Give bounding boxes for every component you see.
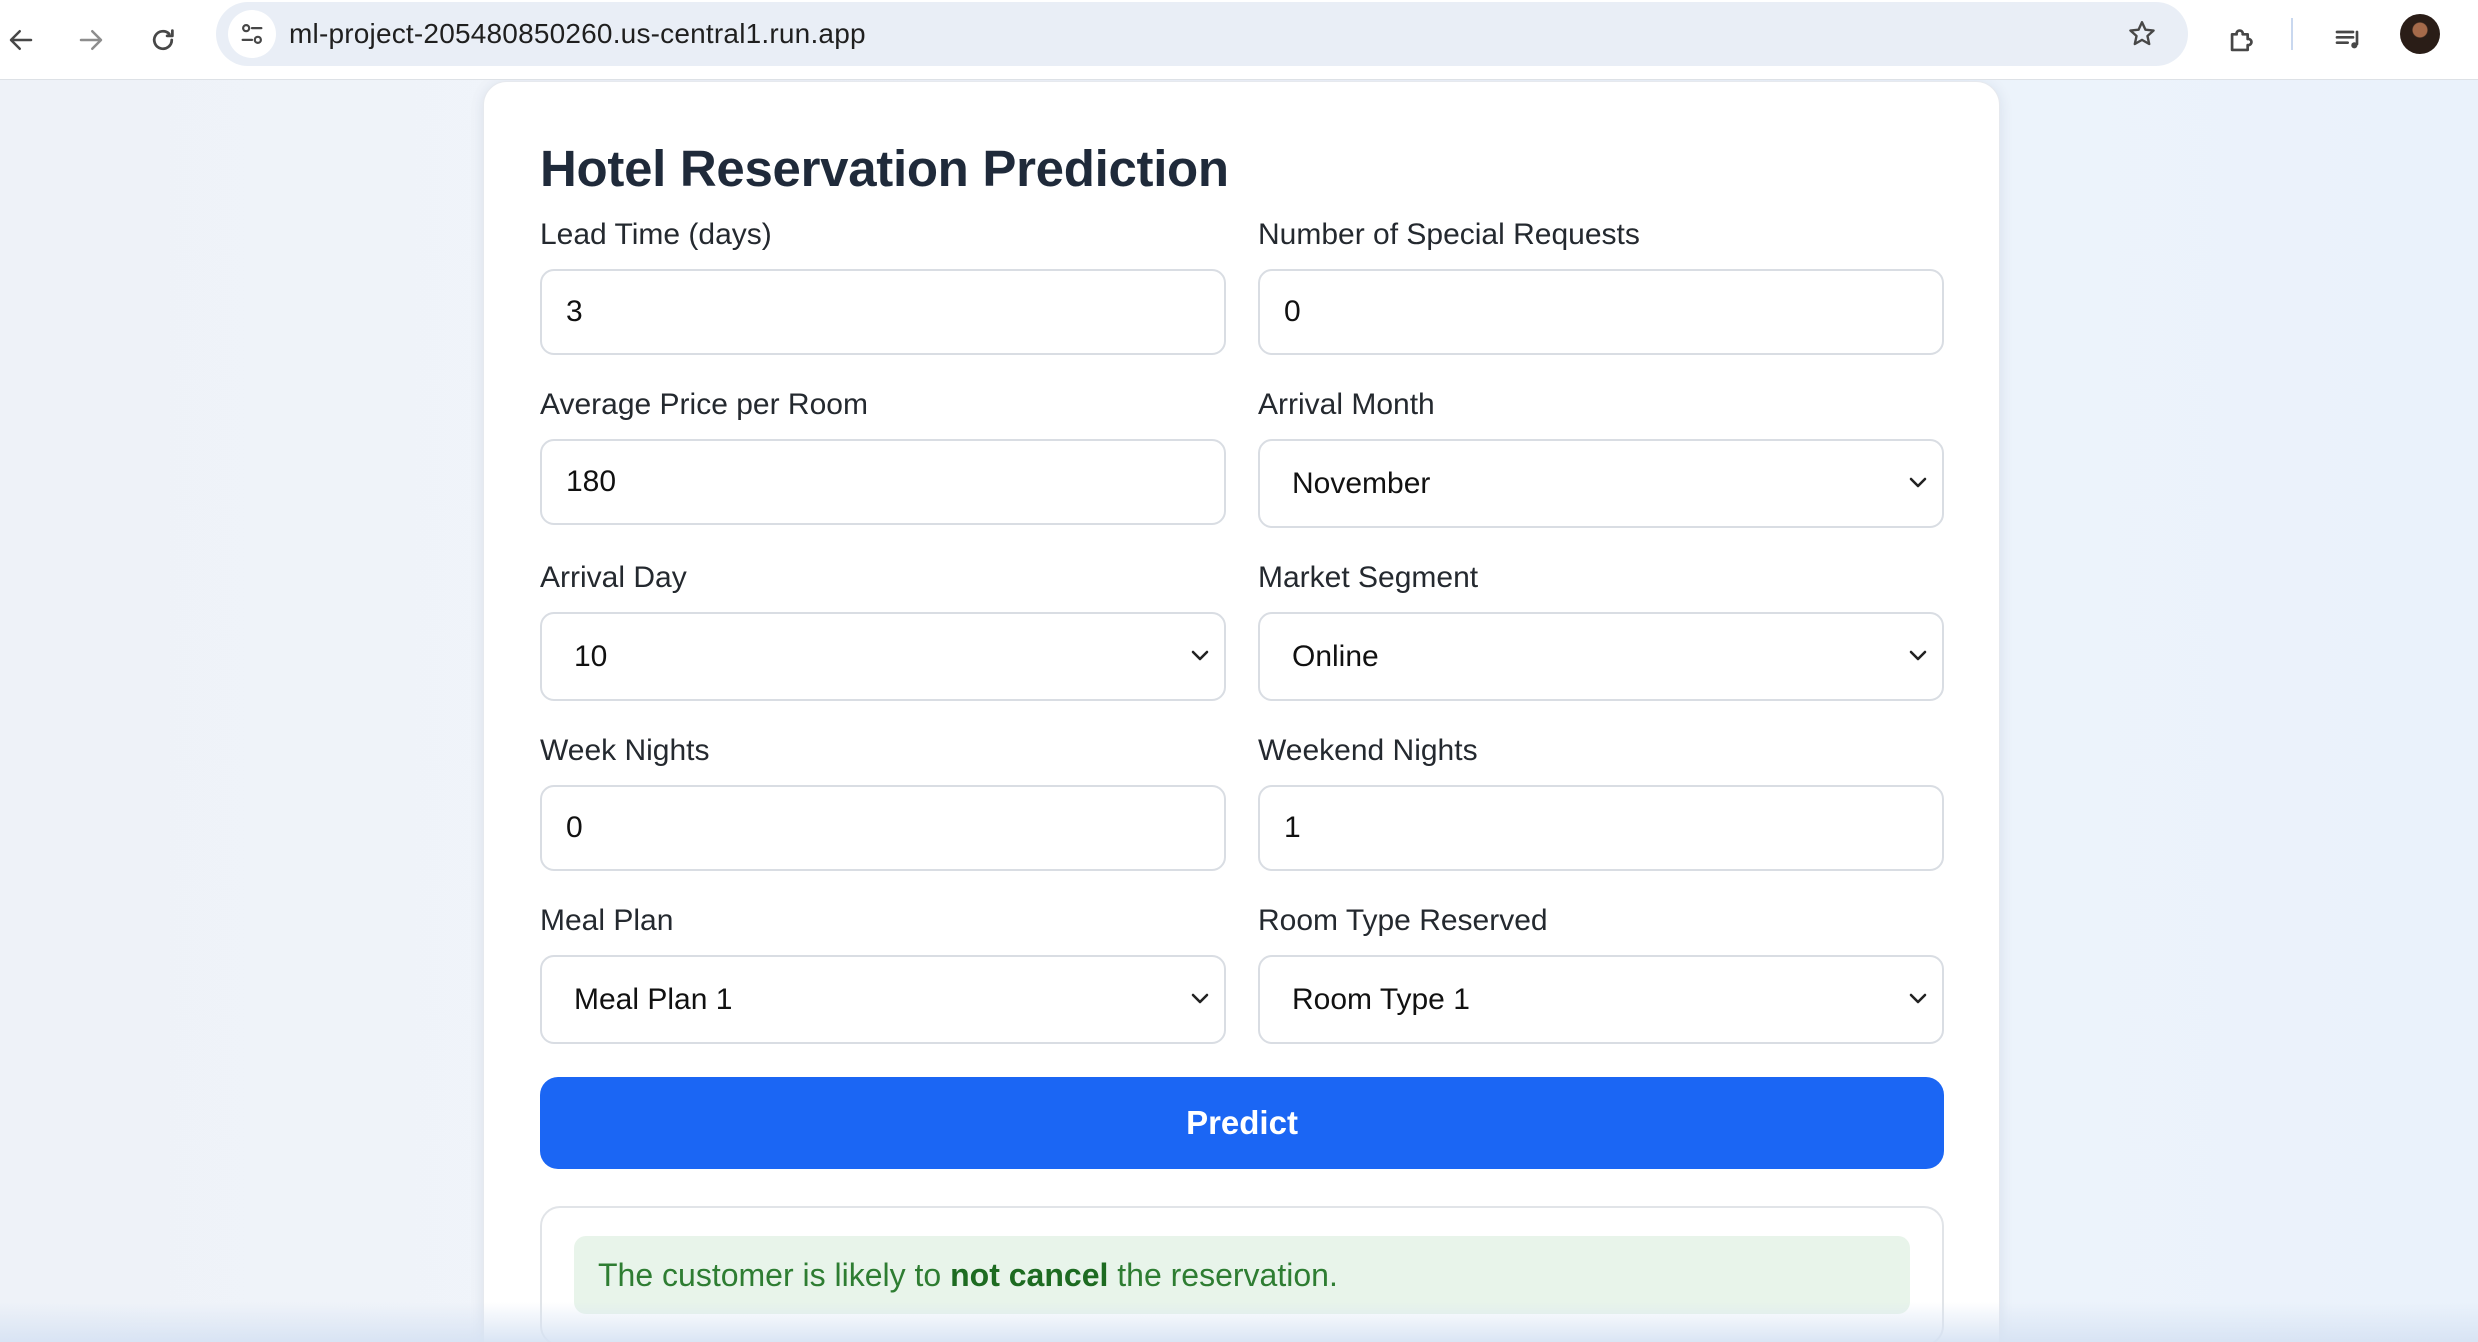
site-info-button[interactable] [228, 10, 276, 58]
special-requests-label: Number of Special Requests [1258, 218, 1640, 251]
back-arrow-icon [9, 30, 33, 50]
reload-button[interactable] [136, 13, 190, 67]
result-prefix: The customer is likely to [598, 1257, 951, 1293]
browser-toolbar: ml-project-205480850260.us-central1.run.… [0, 0, 2478, 80]
back-button[interactable] [0, 13, 48, 67]
forward-arrow-icon [79, 30, 103, 50]
weekend-nights-label: Weekend Nights [1258, 734, 1478, 767]
chevron-down-icon [1191, 993, 1209, 1004]
extensions-button[interactable] [2215, 13, 2269, 67]
prediction-card: Hotel Reservation Prediction Lead Time (… [483, 81, 2000, 1342]
profile-avatar[interactable] [2400, 14, 2440, 54]
puzzle-icon [2230, 29, 2253, 52]
arrival-day-label: Arrival Day [540, 561, 687, 594]
market-segment-value: Online [1292, 640, 1379, 673]
avg-price-input[interactable]: 180 [540, 439, 1226, 525]
avg-price-label: Average Price per Room [540, 388, 868, 421]
media-controls-button[interactable] [2322, 13, 2376, 67]
lead-time-input[interactable]: 3 [540, 269, 1226, 355]
tune-icon [241, 24, 263, 44]
meal-plan-select[interactable]: Meal Plan 1 [540, 955, 1226, 1044]
room-type-select[interactable]: Room Type 1 [1258, 955, 1944, 1044]
bookmark-star-button[interactable] [2120, 12, 2164, 56]
result-suffix: the reservation. [1108, 1257, 1338, 1293]
room-type-value: Room Type 1 [1292, 983, 1470, 1016]
weekend-nights-input[interactable]: 1 [1258, 785, 1944, 871]
forward-button[interactable] [64, 13, 118, 67]
arrival-day-select[interactable]: 10 [540, 612, 1226, 701]
meal-plan-value: Meal Plan 1 [574, 983, 733, 1016]
arrival-month-label: Arrival Month [1258, 388, 1435, 421]
week-nights-input[interactable]: 0 [540, 785, 1226, 871]
chevron-down-icon [1191, 650, 1209, 661]
chevron-down-icon [1909, 993, 1927, 1004]
market-segment-label: Market Segment [1258, 561, 1479, 594]
week-nights-label: Week Nights [540, 734, 710, 767]
star-icon [2129, 21, 2155, 46]
toolbar-divider [2291, 18, 2293, 50]
address-bar[interactable]: ml-project-205480850260.us-central1.run.… [216, 2, 2188, 66]
media-queue-icon [2335, 30, 2359, 49]
url-text[interactable]: ml-project-205480850260.us-central1.run.… [289, 18, 866, 50]
result-emphasis: not cancel [950, 1257, 1109, 1293]
room-type-label: Room Type Reserved [1258, 904, 1548, 937]
special-requests-input[interactable]: 0 [1258, 269, 1944, 355]
page-viewport: Hotel Reservation Prediction Lead Time (… [0, 80, 2478, 1342]
arrival-month-value: November [1292, 467, 1431, 500]
chevron-down-icon [1909, 477, 1927, 488]
viewport-bottom-fade [0, 1302, 2478, 1342]
chevron-down-icon [1909, 650, 1927, 661]
reload-icon [152, 29, 174, 51]
predict-button[interactable]: Predict [540, 1077, 1944, 1169]
arrival-day-value: 10 [574, 640, 608, 673]
page-title: Hotel Reservation Prediction [540, 140, 1229, 197]
meal-plan-label: Meal Plan [540, 904, 674, 937]
market-segment-select[interactable]: Online [1258, 612, 1944, 701]
lead-time-label: Lead Time (days) [540, 218, 772, 251]
arrival-month-select[interactable]: November [1258, 439, 1944, 528]
